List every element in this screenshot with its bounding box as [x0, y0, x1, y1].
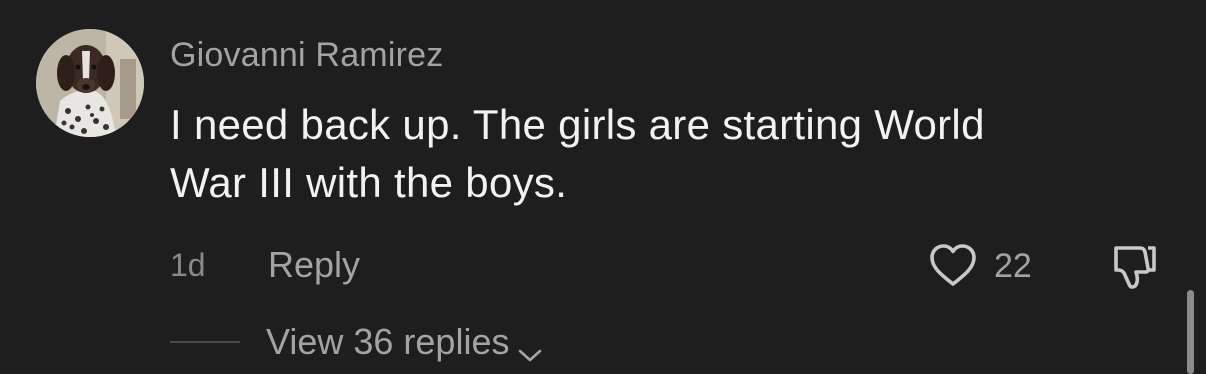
heart-icon[interactable]: [928, 241, 978, 291]
dog-avatar-image: [36, 29, 144, 137]
view-replies-label: View 36 replies: [266, 321, 510, 362]
comment-item: Giovanni Ramirez I need back up. The gir…: [0, 0, 1206, 374]
chevron-down-icon: [517, 332, 543, 362]
comment-timestamp: 1d: [170, 247, 206, 283]
comment-text-line: War III with the boys.: [170, 159, 568, 206]
like-count: 22: [994, 247, 1032, 285]
scrollbar[interactable]: [1187, 290, 1194, 374]
comment-text: I need back up. The girls are starting W…: [170, 96, 1170, 212]
thumbs-down-icon[interactable]: [1108, 240, 1160, 292]
reply-button[interactable]: Reply: [268, 244, 360, 286]
view-replies-button[interactable]: View 36 replies: [266, 321, 543, 363]
replies-divider: [170, 341, 240, 343]
avatar[interactable]: [36, 29, 144, 137]
comment-author[interactable]: Giovanni Ramirez: [170, 36, 443, 75]
comment-text-line: I need back up. The girls are starting W…: [170, 101, 985, 148]
